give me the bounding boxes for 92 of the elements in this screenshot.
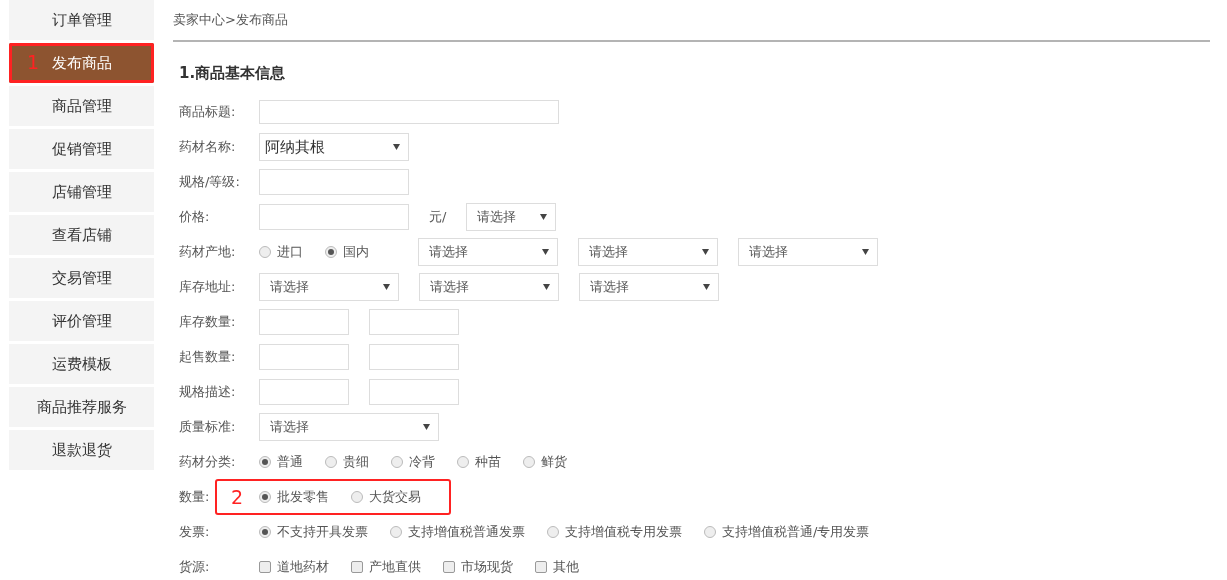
field-label: 规格/等级: xyxy=(179,173,241,192)
radio-button[interactable] xyxy=(390,526,402,538)
checkbox[interactable] xyxy=(443,561,455,573)
radio-option[interactable]: 不支持开具发票 xyxy=(259,522,368,542)
caret-icon xyxy=(862,249,869,255)
input-field[interactable] xyxy=(259,379,349,405)
caret-icon xyxy=(393,144,400,150)
annotation-number: 1 xyxy=(27,53,40,72)
input-field[interactable] xyxy=(369,379,459,405)
input-field[interactable] xyxy=(259,204,409,230)
radio-option[interactable]: 普通 xyxy=(259,452,303,472)
radio-option[interactable]: 支持增值税普通/专用发票 xyxy=(704,522,870,542)
breadcrumb: 卖家中心>发布商品 xyxy=(173,11,289,29)
radio-button[interactable] xyxy=(704,526,716,538)
unit-label: 元/ xyxy=(429,208,447,227)
checkbox[interactable] xyxy=(351,561,363,573)
radio-option[interactable]: 种苗 xyxy=(457,452,501,472)
radio-option[interactable]: 国内 xyxy=(325,242,369,262)
input-field[interactable] xyxy=(259,344,349,370)
sidebar-item[interactable]: 店铺管理 xyxy=(9,172,154,212)
sidebar-item[interactable]: 商品管理 xyxy=(9,86,154,126)
caret-icon xyxy=(423,424,430,430)
radio-option[interactable]: 贵细 xyxy=(325,452,369,472)
sidebar-item[interactable]: 退款退货 xyxy=(9,430,154,470)
radio-button[interactable] xyxy=(547,526,559,538)
radio-button[interactable] xyxy=(457,456,469,468)
sidebar-item[interactable]: 促销管理 xyxy=(9,129,154,169)
field-label: 货源: xyxy=(179,558,211,577)
field-label: 质量标准: xyxy=(179,418,237,437)
radio-option[interactable]: 批发零售 xyxy=(259,487,330,507)
sidebar-item[interactable]: 商品推荐服务 xyxy=(9,387,154,427)
field-label: 起售数量: xyxy=(179,348,237,367)
field-label: 发票: xyxy=(179,523,211,542)
field-label: 库存地址: xyxy=(179,278,237,297)
select-field[interactable]: 请选择 xyxy=(418,238,558,266)
radio-button[interactable] xyxy=(523,456,535,468)
radio-button[interactable] xyxy=(259,526,271,538)
sidebar-item[interactable]: 评价管理 xyxy=(9,301,154,341)
select-field[interactable]: 请选择 xyxy=(259,273,399,301)
field-label: 药材名称: xyxy=(179,138,237,157)
field-label: 数量: xyxy=(179,488,211,507)
field-label: 规格描述: xyxy=(179,383,237,402)
input-field[interactable] xyxy=(259,169,409,195)
caret-icon xyxy=(543,284,550,290)
field-label: 库存数量: xyxy=(179,313,237,332)
sidebar-item[interactable]: 运费模板 xyxy=(9,344,154,384)
radio-option[interactable]: 大货交易 xyxy=(351,487,422,507)
sidebar-item-label: 发布商品 xyxy=(51,52,112,74)
input-field[interactable] xyxy=(259,309,349,335)
select-field[interactable]: 阿纳其根 xyxy=(259,133,409,161)
radio-button[interactable] xyxy=(259,491,272,503)
radio-option[interactable]: 鲜货 xyxy=(523,452,567,472)
radio-button[interactable] xyxy=(325,246,337,258)
radio-option[interactable]: 进口 xyxy=(259,242,303,262)
sidebar-item[interactable]: 订单管理 xyxy=(9,0,154,40)
caret-icon xyxy=(703,284,710,290)
select-field[interactable]: 请选择 xyxy=(738,238,878,266)
field-label: 价格: xyxy=(179,208,211,227)
caret-icon xyxy=(383,284,390,290)
select-field[interactable]: 请选择 xyxy=(579,273,719,301)
sidebar-item[interactable]: 交易管理 xyxy=(9,258,154,298)
radio-button[interactable] xyxy=(391,456,403,468)
select-field[interactable]: 请选择 xyxy=(578,238,718,266)
annotation-number: 2 xyxy=(231,487,244,507)
input-field[interactable] xyxy=(369,344,459,370)
sidebar-item[interactable]: 1 发布商品 xyxy=(9,43,154,83)
sidebar-item[interactable]: 查看店铺 xyxy=(9,215,154,255)
select-field[interactable]: 请选择 xyxy=(259,413,439,441)
select-field[interactable]: 请选择 xyxy=(419,273,559,301)
radio-option[interactable]: 冷背 xyxy=(391,452,435,472)
checkbox-option[interactable]: 市场现货 xyxy=(443,557,513,577)
checkbox[interactable] xyxy=(259,561,271,573)
radio-option[interactable]: 支持增值税专用发票 xyxy=(547,522,682,542)
checkbox-option[interactable]: 其他 xyxy=(535,557,579,577)
radio-button[interactable] xyxy=(351,491,364,503)
field-label: 药材分类: xyxy=(179,453,237,472)
radio-button[interactable] xyxy=(259,456,271,468)
input-field[interactable] xyxy=(259,100,559,124)
field-label: 商品标题: xyxy=(179,103,237,122)
caret-icon xyxy=(702,249,709,255)
section-title: 1.商品基本信息 xyxy=(179,63,287,84)
radio-button[interactable] xyxy=(325,456,337,468)
checkbox-option[interactable]: 产地直供 xyxy=(351,557,421,577)
checkbox[interactable] xyxy=(535,561,547,573)
input-field[interactable] xyxy=(369,309,459,335)
radio-option[interactable]: 支持增值税普通发票 xyxy=(390,522,525,542)
field-label: 药材产地: xyxy=(179,243,237,262)
checkbox-option[interactable]: 道地药材 xyxy=(259,557,329,577)
caret-icon xyxy=(542,249,549,255)
radio-button[interactable] xyxy=(259,246,271,258)
caret-icon xyxy=(540,214,548,220)
select-field[interactable]: 请选择 xyxy=(466,203,557,231)
